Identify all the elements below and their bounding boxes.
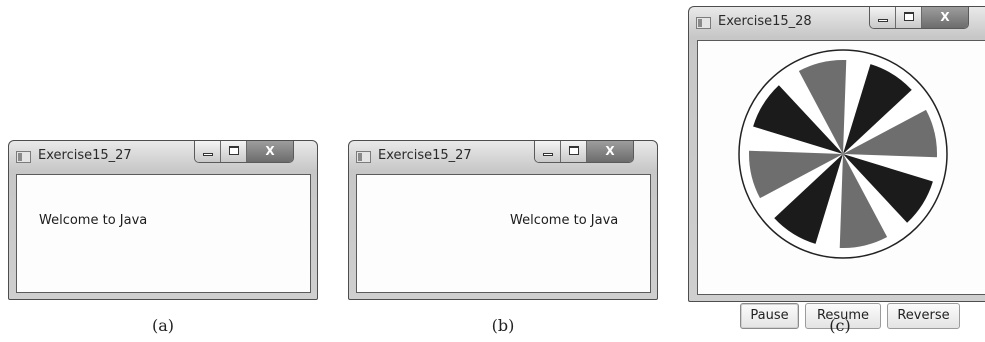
maximize-icon <box>904 12 914 21</box>
app-icon <box>16 151 31 163</box>
minimize-button[interactable] <box>195 141 221 162</box>
app-icon <box>356 151 371 163</box>
window-title: Exercise15_27 <box>38 148 132 163</box>
welcome-text: Welcome to Java <box>39 213 148 228</box>
fan-blades <box>749 60 937 248</box>
window-controls: X <box>194 141 294 163</box>
close-button[interactable]: X <box>922 7 968 28</box>
window-c: Exercise15_28 X Pause Resume Reverse <box>688 6 985 329</box>
minimize-icon <box>543 153 553 156</box>
pause-button[interactable]: Pause <box>740 303 799 329</box>
close-button[interactable]: X <box>587 141 633 162</box>
window-controls: X <box>869 7 969 29</box>
window-title: Exercise15_27 <box>378 148 472 163</box>
content-pane: Welcome to Java <box>356 174 651 293</box>
window-controls: X <box>534 141 634 163</box>
close-button[interactable]: X <box>247 141 293 162</box>
maximize-button[interactable] <box>896 7 922 28</box>
caption-a: (a) <box>151 316 175 335</box>
welcome-text: Welcome to Java <box>510 213 619 228</box>
maximize-button[interactable] <box>221 141 247 162</box>
minimize-icon <box>203 153 213 156</box>
reverse-button[interactable]: Reverse <box>887 303 960 329</box>
minimize-button[interactable] <box>535 141 561 162</box>
app-icon <box>696 17 711 29</box>
fan-graphic <box>738 49 948 259</box>
caption-b: (b) <box>491 316 515 335</box>
caption-c: (c) <box>829 316 851 335</box>
minimize-button[interactable] <box>870 7 896 28</box>
maximize-icon <box>569 146 579 155</box>
maximize-icon <box>229 146 239 155</box>
content-pane: Welcome to Java <box>16 174 311 293</box>
window-b: Exercise15_27 X Welcome to Java <box>348 140 658 300</box>
minimize-icon <box>878 19 888 22</box>
content-pane: Pause Resume Reverse <box>697 40 985 329</box>
maximize-button[interactable] <box>561 141 587 162</box>
window-title: Exercise15_28 <box>718 14 812 29</box>
window-a: Exercise15_27 X Welcome to Java <box>8 140 318 300</box>
